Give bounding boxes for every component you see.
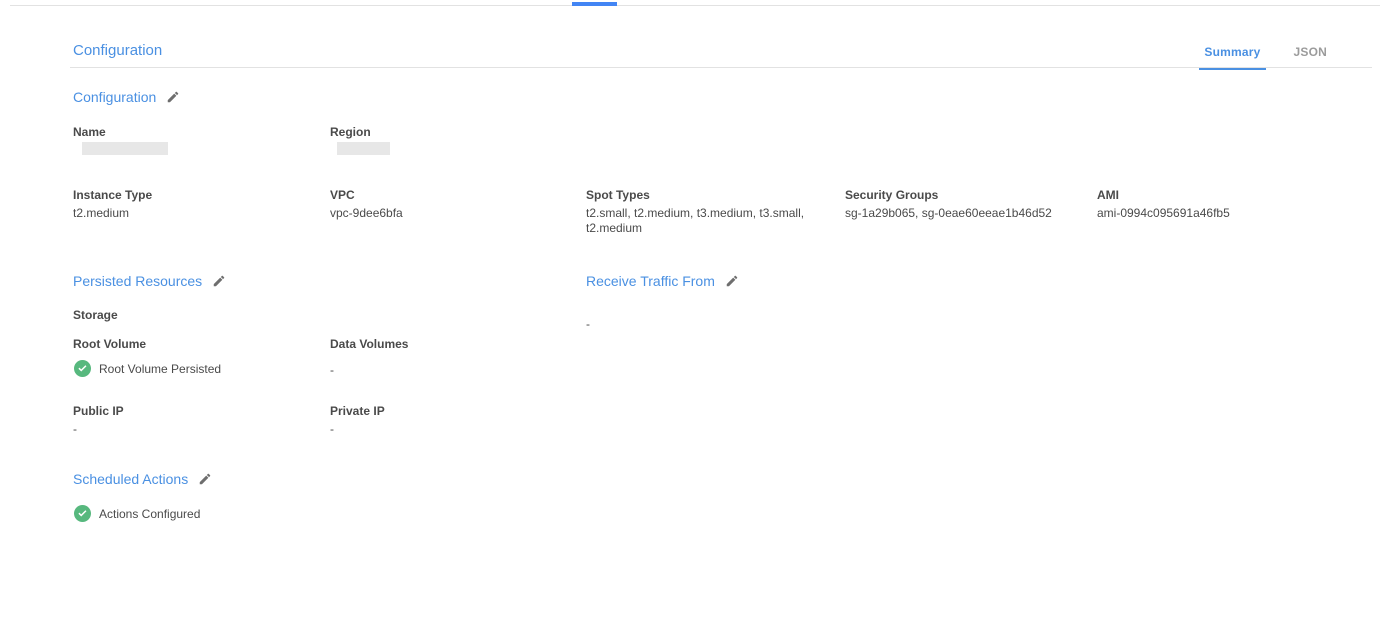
receive-traffic-value: - (586, 317, 590, 332)
instance-type-value: t2.medium (73, 206, 129, 221)
vpc-value: vpc-9dee6bfa (330, 206, 403, 221)
scheduled-actions-section-header: Scheduled Actions (73, 471, 212, 487)
private-ip-label: Private IP (330, 404, 385, 418)
scheduled-actions-status-text: Actions Configured (99, 507, 200, 521)
public-ip-value: - (73, 422, 77, 437)
edit-scheduled-actions-button[interactable] (198, 472, 212, 486)
region-value-redacted (337, 142, 390, 155)
top-tabstrip-divider (10, 5, 1380, 6)
scheduled-actions-status-row: Actions Configured (74, 505, 200, 522)
pencil-icon (725, 274, 739, 288)
pencil-icon (166, 90, 180, 104)
pencil-icon (212, 274, 226, 288)
spot-types-label: Spot Types (586, 188, 650, 202)
security-groups-label: Security Groups (845, 188, 938, 202)
check-circle-icon (74, 360, 91, 377)
region-label: Region (330, 125, 371, 139)
edit-persisted-resources-button[interactable] (212, 274, 226, 288)
ami-label: AMI (1097, 188, 1119, 202)
root-volume-label: Root Volume (73, 337, 146, 351)
scheduled-actions-section-title: Scheduled Actions (73, 471, 188, 487)
name-label: Name (73, 125, 106, 139)
receive-traffic-section-header: Receive Traffic From (586, 273, 739, 289)
private-ip-value: - (330, 422, 334, 437)
name-value-redacted (82, 142, 168, 155)
configuration-section-title: Configuration (73, 89, 156, 105)
configuration-section-header: Configuration (73, 89, 180, 105)
ami-value: ami-0994c095691a46fb5 (1097, 206, 1230, 221)
persisted-resources-section-title: Persisted Resources (73, 273, 202, 289)
configuration-page: Configuration Summary JSON Configuration… (0, 0, 1380, 631)
tab-json[interactable]: JSON (1289, 45, 1332, 68)
page-title: Configuration (73, 42, 162, 59)
check-circle-icon (74, 505, 91, 522)
data-volumes-value: - (330, 363, 334, 378)
security-groups-value: sg-1a29b065, sg-0eae60eeae1b46d52 (845, 206, 1052, 221)
pencil-icon (198, 472, 212, 486)
root-volume-status-row: Root Volume Persisted (74, 360, 221, 377)
persisted-resources-section-header: Persisted Resources (73, 273, 226, 289)
public-ip-label: Public IP (73, 404, 124, 418)
vpc-label: VPC (330, 188, 355, 202)
instance-type-label: Instance Type (73, 188, 152, 202)
storage-label: Storage (73, 308, 118, 322)
receive-traffic-section-title: Receive Traffic From (586, 273, 715, 289)
edit-receive-traffic-button[interactable] (725, 274, 739, 288)
header-divider (70, 67, 1372, 68)
root-volume-status-text: Root Volume Persisted (99, 362, 221, 376)
data-volumes-label: Data Volumes (330, 337, 408, 351)
top-tab-indicator (572, 2, 617, 6)
edit-configuration-button[interactable] (166, 90, 180, 104)
spot-types-value: t2.small, t2.medium, t3.medium, t3.small… (586, 206, 818, 236)
